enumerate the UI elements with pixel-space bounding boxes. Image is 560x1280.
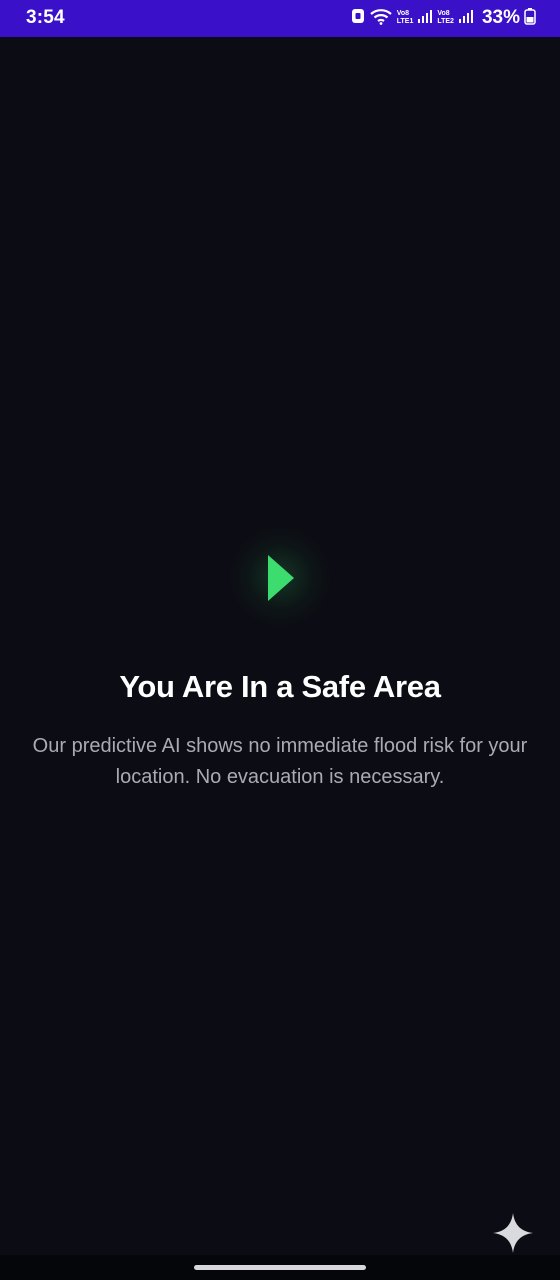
play-arrow-icon bbox=[268, 555, 294, 601]
safe-area-screen: You Are In a Safe Area Our predictive AI… bbox=[0, 37, 560, 1255]
status-time: 3:54 bbox=[26, 7, 65, 28]
signal-icon-1 bbox=[417, 8, 433, 29]
battery-percent: 33% bbox=[481, 7, 520, 28]
network-label-1: Vo8 LTE1 bbox=[396, 10, 414, 25]
status-message: Our predictive AI shows no immediate flo… bbox=[32, 735, 528, 788]
notification-icon bbox=[351, 8, 365, 29]
safe-status-glow bbox=[230, 527, 330, 627]
navigation-bar bbox=[0, 1255, 560, 1280]
status-bar: 3:54 Vo8 LTE1 Vo8 LTE2 33% bbox=[0, 0, 560, 37]
network-label-2: Vo8 LTE2 bbox=[437, 10, 454, 25]
signal-icon-2 bbox=[458, 8, 474, 29]
sparkle-icon[interactable] bbox=[491, 1211, 535, 1255]
status-icons: Vo8 LTE1 Vo8 LTE2 33% bbox=[351, 6, 536, 30]
page-title: You Are In a Safe Area bbox=[119, 669, 441, 704]
wifi-icon bbox=[369, 7, 393, 30]
home-indicator[interactable] bbox=[194, 1265, 366, 1270]
battery-icon bbox=[524, 7, 536, 30]
